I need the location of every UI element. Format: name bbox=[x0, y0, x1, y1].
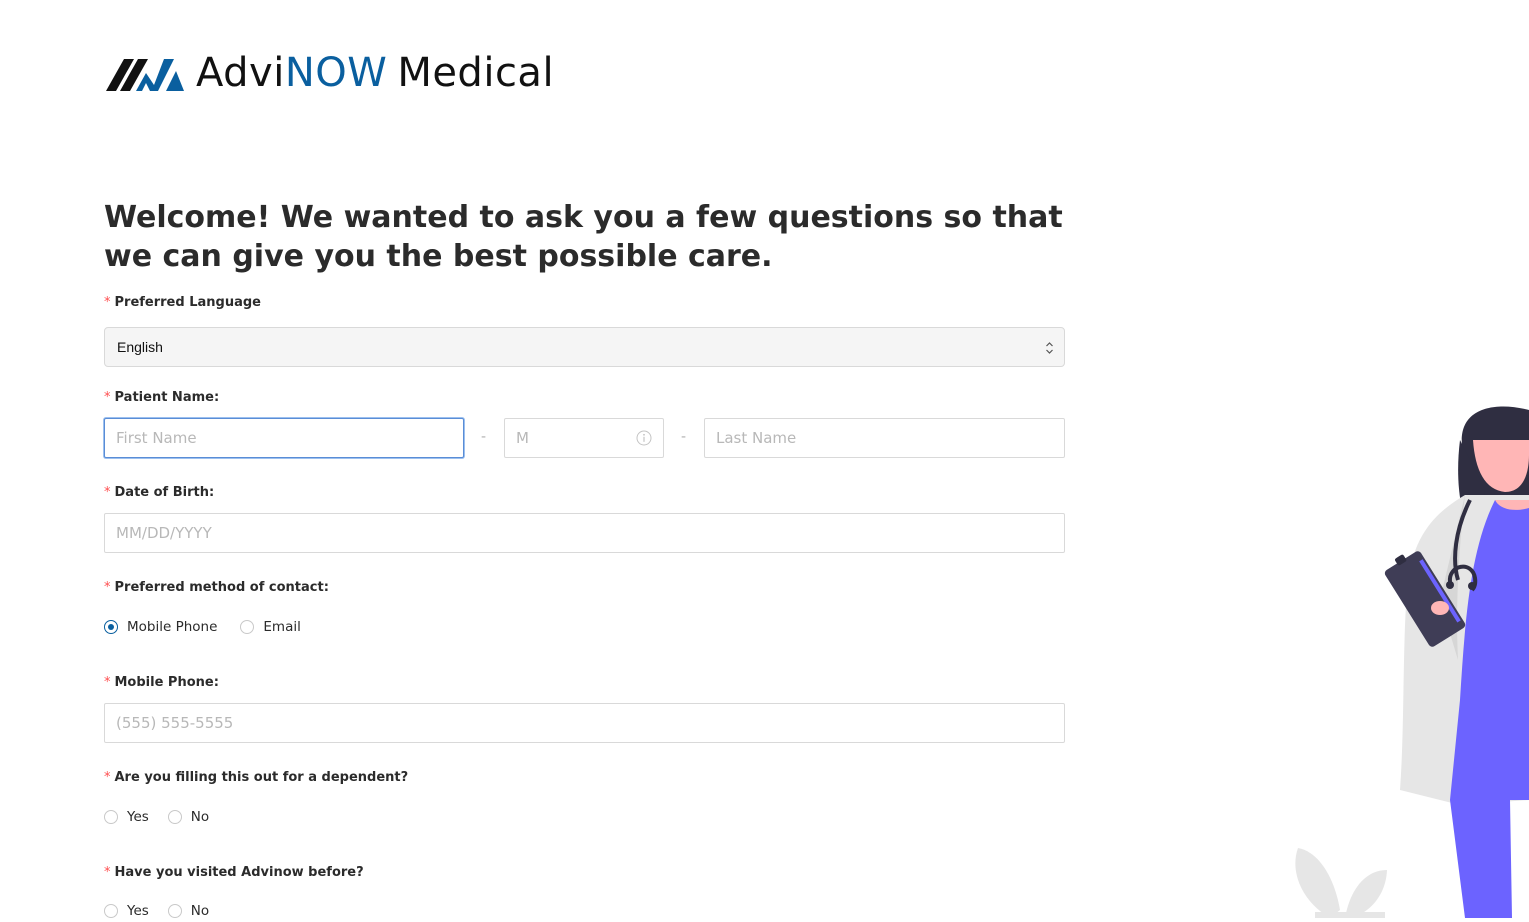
mobile-phone-input[interactable]: (555) 555-5555 bbox=[104, 703, 1065, 743]
language-select-value: English bbox=[117, 339, 163, 355]
dependent-label: * Are you filling this out for a dependen… bbox=[104, 770, 408, 785]
contact-method-option-email[interactable]: Email bbox=[240, 619, 301, 635]
required-marker: * bbox=[104, 675, 111, 690]
required-marker: * bbox=[104, 295, 111, 310]
patient-name-label: * Patient Name: bbox=[104, 390, 219, 405]
dob-label: * Date of Birth: bbox=[104, 485, 214, 500]
dependent-radio-group: Yes No bbox=[104, 809, 226, 825]
language-label: * Preferred Language bbox=[104, 295, 261, 310]
visited-before-radio-group: Yes No bbox=[104, 903, 226, 919]
visited-before-label-text: Have you visited Advinow before? bbox=[114, 865, 364, 880]
language-select[interactable]: English bbox=[104, 327, 1065, 367]
mobile-phone-label: * Mobile Phone: bbox=[104, 675, 219, 690]
radio-button[interactable] bbox=[104, 810, 118, 824]
mobile-phone-label-text: Mobile Phone: bbox=[114, 675, 219, 690]
middle-initial-input[interactable]: M bbox=[504, 418, 664, 458]
contact-method-option-mobile[interactable]: Mobile Phone bbox=[104, 619, 217, 635]
radio-button[interactable] bbox=[167, 904, 182, 918]
page-title: Welcome! We wanted to ask you a few ques… bbox=[104, 200, 1063, 274]
visited-before-label: * Have you visited Advinow before? bbox=[104, 865, 364, 880]
dependent-option-no[interactable]: No bbox=[167, 809, 210, 825]
radio-button[interactable] bbox=[104, 904, 118, 918]
dob-label-text: Date of Birth: bbox=[114, 485, 215, 500]
contact-method-option-mobile-label: Mobile Phone bbox=[127, 619, 218, 635]
required-marker: * bbox=[104, 390, 111, 405]
brand-name-part2: NOW bbox=[284, 50, 388, 96]
contact-method-option-email-label: Email bbox=[263, 619, 301, 635]
dependent-option-yes-label: Yes bbox=[127, 809, 149, 825]
doctor-illustration bbox=[1290, 400, 1529, 922]
contact-method-radio-group: Mobile Phone Email bbox=[104, 619, 318, 635]
visited-before-option-no-label: No bbox=[190, 903, 210, 919]
visited-before-option-yes-label: Yes bbox=[127, 903, 149, 919]
brand-wordmark: AdviNOW Medical bbox=[196, 52, 554, 94]
name-separator: - bbox=[481, 429, 487, 445]
brand-mark-icon bbox=[106, 59, 184, 91]
middle-initial-placeholder: M bbox=[516, 429, 529, 447]
mobile-phone-placeholder: (555) 555-5555 bbox=[116, 714, 234, 732]
dob-input[interactable]: MM/DD/YYYY bbox=[104, 513, 1065, 553]
first-name-input[interactable]: First Name bbox=[104, 418, 464, 458]
name-separator: - bbox=[681, 429, 687, 445]
first-name-placeholder: First Name bbox=[116, 429, 197, 447]
language-label-text: Preferred Language bbox=[114, 295, 261, 310]
brand-name-part3: Medical bbox=[397, 50, 555, 96]
visited-before-option-yes[interactable]: Yes bbox=[104, 903, 149, 919]
radio-button[interactable] bbox=[167, 810, 182, 824]
required-marker: * bbox=[104, 580, 111, 595]
radio-button[interactable] bbox=[240, 620, 255, 634]
info-icon[interactable] bbox=[636, 430, 652, 450]
brand-logo: AdviNOW Medical bbox=[106, 52, 554, 94]
contact-method-label: * Preferred method of contact: bbox=[104, 580, 329, 595]
dob-placeholder: MM/DD/YYYY bbox=[116, 524, 212, 542]
last-name-placeholder: Last Name bbox=[716, 429, 797, 447]
chevron-updown-icon bbox=[1045, 340, 1054, 359]
patient-name-label-text: Patient Name: bbox=[114, 390, 220, 405]
visited-before-option-no[interactable]: No bbox=[167, 903, 210, 919]
contact-method-label-text: Preferred method of contact: bbox=[114, 580, 329, 595]
dependent-option-no-label: No bbox=[190, 809, 210, 825]
required-marker: * bbox=[104, 485, 111, 500]
dependent-label-text: Are you filling this out for a dependent… bbox=[114, 770, 409, 785]
radio-button-checked[interactable] bbox=[104, 620, 118, 634]
required-marker: * bbox=[104, 770, 111, 785]
dependent-option-yes[interactable]: Yes bbox=[104, 809, 149, 825]
last-name-input[interactable]: Last Name bbox=[704, 418, 1065, 458]
required-marker: * bbox=[104, 865, 111, 880]
brand-name-part1: Advi bbox=[196, 50, 285, 96]
